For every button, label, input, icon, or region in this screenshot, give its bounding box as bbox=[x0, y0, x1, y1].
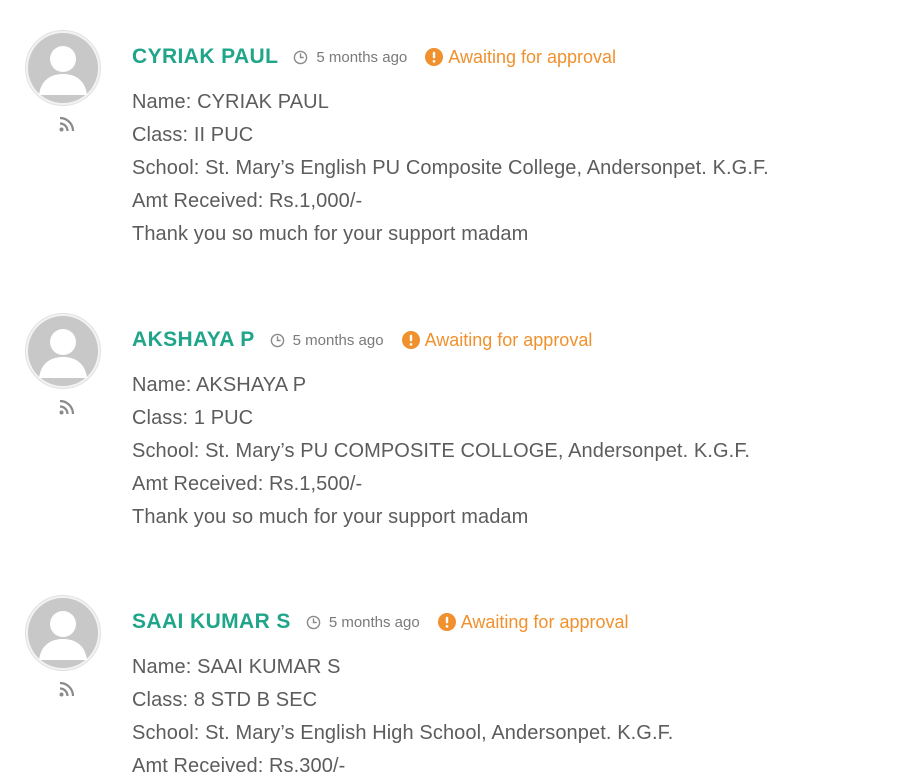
user-avatar-icon bbox=[25, 30, 101, 106]
comment-line: Name: SAAI KUMAR S bbox=[132, 656, 341, 678]
comment-meta: SAAI KUMAR S 5 months ago Awaiting for a… bbox=[132, 607, 628, 637]
rss-icon[interactable] bbox=[58, 398, 76, 416]
exclamation-circle-icon bbox=[425, 48, 444, 66]
exclamation-circle-icon bbox=[401, 331, 420, 349]
clock-icon bbox=[270, 333, 284, 347]
approval-status: Awaiting for approval bbox=[424, 329, 593, 350]
comment-author-link[interactable]: SAAI KUMAR S bbox=[132, 610, 291, 634]
comment-line: Thank you so much for your support madam bbox=[132, 223, 529, 245]
comment-time: 5 months ago bbox=[316, 48, 408, 66]
approval-status: Awaiting for approval bbox=[448, 46, 617, 67]
user-avatar-icon bbox=[25, 595, 101, 671]
rss-icon[interactable] bbox=[58, 680, 76, 698]
comment-line: Amt Received: Rs.1,000/- bbox=[132, 190, 363, 212]
comment-item: CYRIAK PAUL 5 months ago Awaiting for ap… bbox=[0, 0, 898, 282]
comment-line: School: St. Mary’s English High School, … bbox=[132, 722, 674, 744]
comment-line: Thank you so much for your support madam bbox=[132, 506, 529, 528]
exclamation-circle-icon bbox=[437, 613, 456, 631]
approval-status: Awaiting for approval bbox=[460, 611, 629, 632]
comment-body: Name: CYRIAK PAUL Class: II PUC School: … bbox=[132, 86, 872, 251]
comment-meta: AKSHAYA P 5 months ago Awaiting for appr… bbox=[132, 325, 592, 355]
user-avatar-icon bbox=[25, 313, 101, 389]
comment-body: Name: AKSHAYA P Class: 1 PUC School: St.… bbox=[132, 369, 872, 534]
comment-body: Name: SAAI KUMAR S Class: 8 STD B SEC Sc… bbox=[132, 651, 872, 783]
comment-line: Class: 1 PUC bbox=[132, 407, 254, 429]
comment-meta: CYRIAK PAUL 5 months ago Awaiting for ap… bbox=[132, 42, 616, 72]
comment-author-link[interactable]: CYRIAK PAUL bbox=[132, 45, 278, 69]
comment-time: 5 months ago bbox=[328, 613, 420, 631]
comment-line: School: St. Mary’s English PU Composite … bbox=[132, 157, 769, 179]
clock-icon bbox=[306, 615, 321, 629]
comment-item: AKSHAYA P 5 months ago Awaiting for appr… bbox=[0, 283, 898, 565]
comment-item: SAAI KUMAR S 5 months ago Awaiting for a… bbox=[0, 565, 898, 781]
comment-line: School: St. Mary’s PU COMPOSITE COLLOGE,… bbox=[132, 440, 751, 462]
comment-line: Class: 8 STD B SEC bbox=[132, 689, 318, 711]
comment-line: Amt Received: Rs.1,500/- bbox=[132, 473, 363, 495]
comment-line: Class: II PUC bbox=[132, 124, 254, 146]
comment-time: 5 months ago bbox=[292, 331, 384, 349]
comment-line: Name: AKSHAYA P bbox=[132, 374, 307, 396]
comment-line: Amt Received: Rs.300/- bbox=[132, 755, 346, 777]
rss-icon[interactable] bbox=[58, 115, 76, 133]
comment-line: Name: CYRIAK PAUL bbox=[132, 91, 329, 113]
clock-icon bbox=[294, 50, 308, 64]
comment-author-link[interactable]: AKSHAYA P bbox=[132, 328, 255, 352]
